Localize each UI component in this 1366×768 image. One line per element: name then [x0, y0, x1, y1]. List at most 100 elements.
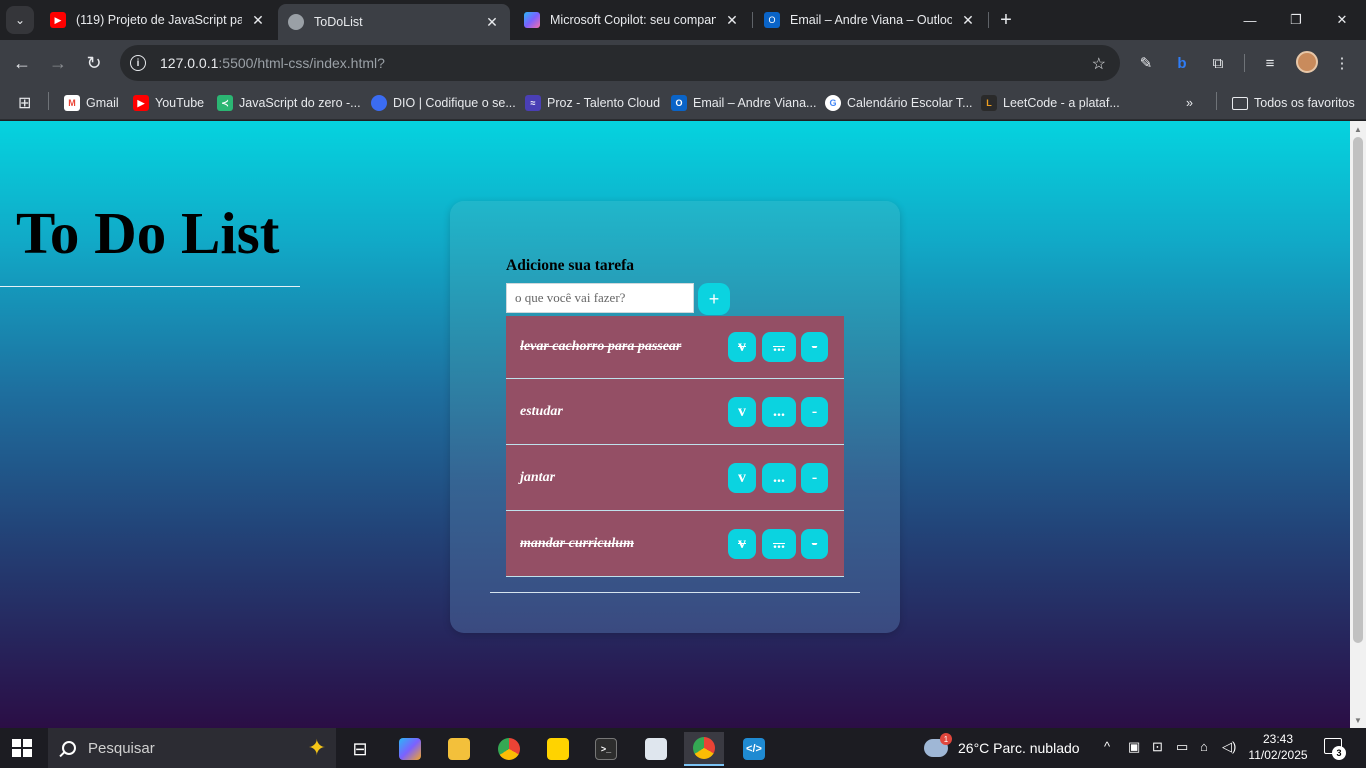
system-clock[interactable]: 23:43 11/02/2025 [1246, 731, 1310, 763]
battery-icon[interactable]: ▭ [1176, 739, 1188, 755]
tab-outlook[interactable]: O Email – Andre Viana – Outlook ✕ [754, 4, 986, 36]
close-icon[interactable]: ✕ [724, 12, 740, 29]
reload-button[interactable]: ↻ [80, 49, 108, 77]
bookmark-gmail[interactable]: M Gmail [64, 93, 119, 113]
page-scrollbar[interactable]: ▲ ▼ [1350, 121, 1366, 728]
back-button[interactable]: ← [8, 49, 36, 77]
task-item: mandar curriculum v ... - [506, 511, 844, 577]
edit-task-button[interactable]: ... [762, 462, 796, 493]
scroll-thumb[interactable] [1353, 137, 1363, 643]
bing-icon[interactable]: b [1170, 51, 1194, 75]
complete-task-button[interactable]: v [728, 528, 756, 559]
bookmark-label: Proz - Talento Cloud [547, 96, 661, 110]
scroll-down-icon[interactable]: ▼ [1354, 716, 1362, 725]
bookmark-leetcode[interactable]: L LeetCode - a plataf... [981, 93, 1120, 113]
volume-icon[interactable]: ◁) [1222, 739, 1236, 755]
youtube-icon: ▶ [133, 95, 149, 111]
url-host: 127.0.0.1 [160, 55, 219, 71]
task-item: levar cachorro para passear v ... - [506, 316, 844, 379]
all-favorites-folder[interactable]: Todos os favoritos [1232, 93, 1355, 113]
eyedropper-icon[interactable]: ✎ [1134, 51, 1158, 75]
media-control-icon[interactable]: ≡ [1258, 51, 1282, 75]
task-view-icon[interactable]: ⊟ [340, 732, 380, 766]
copilot-icon [524, 12, 540, 28]
bookmark-outlook[interactable]: O Email – Andre Viana... [671, 93, 816, 113]
bookmark-label: Calendário Escolar T... [847, 96, 973, 110]
edit-task-button[interactable]: ... [762, 396, 796, 427]
bookmark-javascript[interactable]: ≺ JavaScript do zero -... [217, 93, 361, 113]
close-icon[interactable]: ✕ [484, 14, 500, 31]
vscode-icon[interactable]: </> [734, 732, 774, 766]
proz-icon: ≈ [525, 95, 541, 111]
apps-grid-icon[interactable]: ⊞ [18, 93, 31, 113]
tab-youtube[interactable]: ▶ (119) Projeto de JavaScript para ✕ [40, 4, 276, 36]
scroll-up-icon[interactable]: ▲ [1354, 125, 1362, 134]
notepad-icon[interactable] [636, 732, 676, 766]
remove-task-button[interactable]: - [801, 396, 828, 427]
edit-task-button[interactable]: ... [762, 528, 796, 559]
clock-time: 23:43 [1262, 732, 1294, 746]
add-task-button[interactable]: + [698, 283, 730, 315]
terminal-icon[interactable]: >_ [586, 732, 626, 766]
chrome-app-icon[interactable] [489, 732, 529, 766]
camera-icon[interactable]: ▣ [1128, 739, 1140, 755]
taskbar-search[interactable]: Pesquisar ✦ [48, 728, 336, 768]
complete-task-button[interactable]: v [728, 396, 756, 427]
complete-task-button[interactable]: v [728, 332, 756, 362]
forward-button[interactable]: → [44, 49, 72, 77]
weather-badge: 1 [940, 733, 952, 745]
extensions-icon[interactable]: ⧉ [1206, 51, 1230, 75]
site-info-icon[interactable]: i [130, 55, 146, 71]
close-window-button[interactable]: ✕ [1330, 8, 1354, 32]
title-divider [0, 286, 300, 287]
remove-task-button[interactable]: - [801, 332, 828, 362]
address-bar[interactable]: i 127.0.0.1:5500/html-css/index.html? ☆ [120, 45, 1120, 81]
new-tab-button[interactable]: + [994, 8, 1018, 32]
network-icon[interactable]: ⌂ [1200, 739, 1208, 754]
file-explorer-icon[interactable] [439, 732, 479, 766]
chevron-up-icon[interactable]: ^ [1104, 739, 1110, 754]
close-icon[interactable]: ✕ [960, 12, 976, 29]
bookmark-star-icon[interactable]: ☆ [1092, 54, 1106, 74]
tab-separator [752, 12, 753, 28]
remove-task-button[interactable]: - [801, 528, 828, 559]
chrome-active-app-icon[interactable] [684, 732, 724, 766]
minimize-button[interactable]: — [1238, 8, 1262, 32]
tab-title: Email – Andre Viana – Outlook [790, 13, 952, 27]
search-placeholder: Pesquisar [88, 739, 155, 757]
complete-task-button[interactable]: v [728, 462, 756, 493]
course-icon: ≺ [217, 95, 233, 111]
edit-task-button[interactable]: ... [762, 332, 796, 362]
copilot-app-icon[interactable] [390, 732, 430, 766]
task-item: estudar v ... - [506, 379, 844, 445]
globe-icon [288, 14, 304, 30]
menu-icon[interactable]: ⋮ [1330, 51, 1354, 75]
windows-start-icon[interactable] [12, 739, 32, 757]
security-icon[interactable]: ⊡ [1152, 739, 1163, 755]
close-icon[interactable]: ✕ [250, 12, 266, 29]
google-icon: G [825, 95, 841, 111]
bookmark-proz[interactable]: ≈ Proz - Talento Cloud [525, 93, 660, 113]
tab-todolist[interactable]: ToDoList ✕ [278, 4, 510, 40]
add-task-label: Adicione sua tarefa [506, 257, 635, 274]
weather-widget[interactable]: 1 26°C Parc. nublado [924, 728, 1080, 768]
arrow-left-icon: ← [13, 52, 31, 73]
task-input[interactable] [506, 283, 694, 313]
url-text[interactable]: 127.0.0.1:5500/html-css/index.html? [160, 55, 385, 71]
task-text: jantar [520, 469, 556, 485]
restore-button[interactable]: ❐ [1284, 8, 1308, 32]
remove-task-button[interactable]: - [801, 462, 828, 493]
bookmark-label: LeetCode - a plataf... [1003, 96, 1120, 110]
reload-icon: ↻ [86, 52, 102, 73]
tab-copilot[interactable]: Microsoft Copilot: seu compani ✕ [514, 4, 750, 36]
more-bookmarks-icon[interactable]: » [1186, 93, 1193, 113]
toolbar-separator [1244, 54, 1245, 72]
bookmark-dio[interactable]: DIO | Codifique o se... [371, 93, 516, 113]
sticky-notes-icon[interactable] [538, 732, 578, 766]
tab-search-button[interactable]: ⌄ [6, 6, 34, 34]
profile-avatar[interactable] [1296, 51, 1318, 73]
tab-title: Microsoft Copilot: seu compani [550, 13, 716, 27]
bookmark-calendario[interactable]: G Calendário Escolar T... [825, 93, 973, 113]
bookmark-youtube[interactable]: ▶ YouTube [133, 93, 204, 113]
page-title: To Do List [16, 200, 280, 266]
